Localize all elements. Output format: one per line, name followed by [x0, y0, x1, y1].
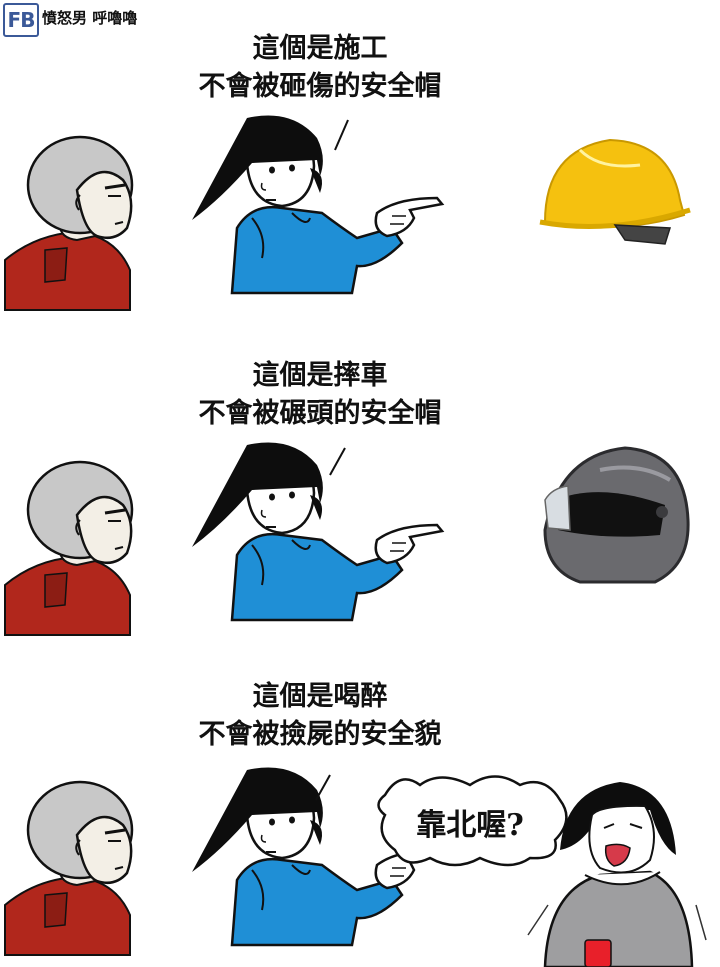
motion-line: [334, 119, 349, 151]
motion-line: [329, 447, 346, 476]
speech-bubble-text: 靠北喔?: [416, 808, 524, 843]
hard-hat-icon: [539, 138, 691, 245]
pointing-man-figure: [190, 114, 444, 295]
bald-man-figure: [3, 780, 134, 957]
motion-line: [315, 774, 331, 801]
comic-illustration: [3, 114, 707, 967]
bald-man-figure: [3, 135, 134, 312]
bald-man-figure: [3, 460, 134, 637]
motorcycle-helmet-icon: [543, 446, 690, 584]
pointing-man-figure: [190, 441, 444, 622]
